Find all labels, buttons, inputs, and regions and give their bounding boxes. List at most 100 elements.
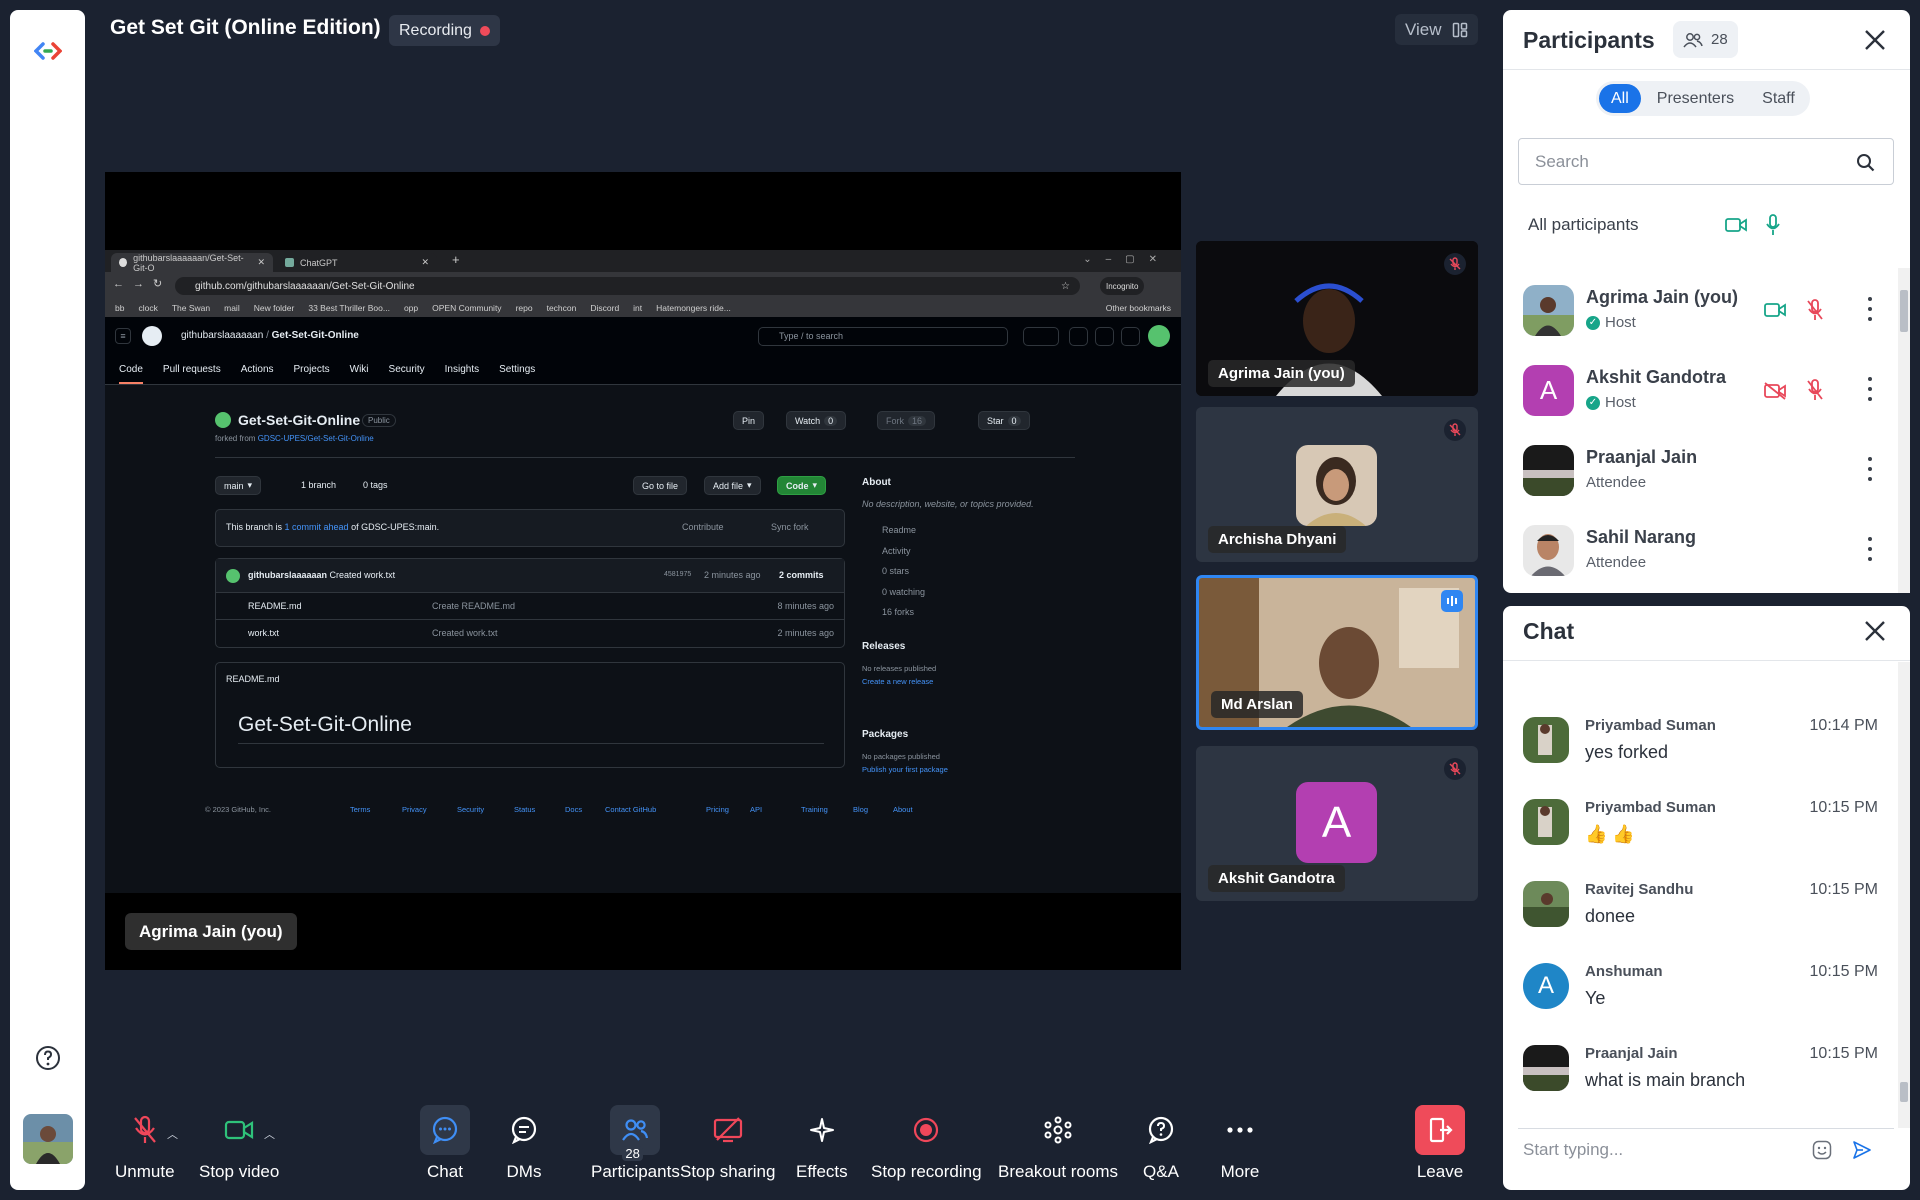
mic-muted-icon[interactable]	[1806, 379, 1824, 401]
leave-door-icon	[1415, 1105, 1465, 1155]
participants-scrollbar[interactable]	[1898, 268, 1910, 593]
user-avatar[interactable]	[23, 1114, 73, 1164]
message-time: 10:14 PM	[1809, 717, 1878, 734]
chat-button[interactable]: Chat	[420, 1105, 470, 1182]
chatgpt-favicon-icon	[285, 258, 294, 267]
stop-video-label: Stop video	[199, 1162, 280, 1181]
participants-button[interactable]: 28 Participants	[591, 1105, 680, 1182]
scrollbar-thumb[interactable]	[1900, 290, 1908, 332]
close-chat-icon[interactable]	[1861, 617, 1889, 645]
commits-count: 2 commits	[779, 570, 824, 580]
browser-tab: ChatGPT ✕	[277, 253, 437, 272]
go-to-file-label: Go to file	[642, 480, 679, 491]
dms-button[interactable]: DMs	[499, 1105, 549, 1182]
leave-button[interactable]: Leave	[1415, 1105, 1465, 1182]
participant-row[interactable]: Agrima Jain (you) ✓ Host	[1518, 275, 1888, 345]
breakout-rooms-button[interactable]: Breakout rooms	[998, 1105, 1118, 1182]
help-icon[interactable]	[35, 1045, 61, 1071]
participant-filter: All Presenters Staff	[1596, 81, 1810, 116]
watch-button: Watch 0	[786, 411, 847, 430]
new-tab-icon: +	[452, 252, 460, 267]
footer-link: Training	[801, 805, 828, 814]
all-video-icon[interactable]	[1725, 217, 1747, 233]
more-options-icon[interactable]	[1867, 457, 1873, 481]
close-participants-icon[interactable]	[1861, 26, 1889, 54]
video-tile[interactable]: Archisha Dhyani	[1196, 407, 1478, 562]
stop-recording-button[interactable]: Stop recording	[871, 1105, 982, 1182]
sender-name: Priyambad Suman	[1585, 717, 1716, 734]
more-options-icon[interactable]	[1867, 297, 1873, 321]
chat-panel: Chat Priyambad Suman 10:14 PM yes forked…	[1503, 606, 1910, 1190]
about-item: Activity	[882, 545, 911, 556]
branch-count: 1 branch	[301, 480, 337, 490]
app-logo-icon[interactable]	[34, 42, 62, 60]
branch-ahead-text: This branch is 1 commit ahead of GDSC-UP…	[226, 522, 439, 532]
watch-count: 0	[824, 415, 838, 426]
participants-label: Participants	[591, 1162, 680, 1181]
qa-button[interactable]: Q&A	[1136, 1105, 1186, 1182]
participant-row[interactable]: Praanjal Jain Attendee	[1518, 435, 1888, 505]
video-tile-active-speaker[interactable]: Md Arslan	[1196, 575, 1478, 730]
video-on-icon[interactable]	[1764, 302, 1786, 318]
browser-tab: githubarslaaaaaan/Get-Set-Git-O ✕	[111, 253, 273, 273]
video-options-chevron-icon[interactable]: ︿	[264, 1126, 275, 1142]
audio-options-chevron-icon[interactable]: ︿	[167, 1126, 178, 1142]
sender-name: Priyambad Suman	[1585, 799, 1716, 816]
fork-count: 16	[908, 415, 927, 426]
about-title: About	[862, 477, 891, 488]
send-icon[interactable]	[1852, 1140, 1872, 1160]
fork-label: Fork	[886, 415, 904, 426]
message-text: 👍 👍	[1585, 824, 1635, 844]
view-button[interactable]: View	[1395, 14, 1478, 45]
footer-link: Security	[457, 805, 485, 814]
more-button[interactable]: More	[1215, 1105, 1265, 1182]
repo-tab-settings: Settings	[499, 364, 536, 375]
file-name: README.md	[248, 601, 302, 611]
breakout-rooms-label: Breakout rooms	[998, 1162, 1118, 1181]
chat-message: Praanjal Jain 10:15 PM what is main bran…	[1518, 1038, 1878, 1108]
all-mic-icon[interactable]	[1765, 214, 1781, 236]
participant-name: Praanjal Jain	[1586, 447, 1698, 467]
effects-button[interactable]: Effects	[796, 1105, 848, 1182]
participant-search-input[interactable]: Search	[1518, 138, 1894, 185]
video-tile[interactable]: Agrima Jain (you)	[1196, 241, 1478, 396]
message-text: what is main branch	[1585, 1070, 1746, 1090]
sender-name: Ravitej Sandhu	[1585, 881, 1694, 898]
chat-scrollbar[interactable]	[1898, 662, 1910, 1128]
stop-video-button[interactable]: Stop video	[199, 1105, 279, 1182]
qa-label: Q&A	[1143, 1162, 1179, 1181]
browser-url-field: github.com/githubarslaaaaaan/Get-Set-Git…	[175, 277, 1080, 295]
footer-link: API	[750, 805, 763, 814]
message-text: donee	[1585, 906, 1636, 926]
participant-avatar	[1523, 445, 1574, 496]
github-search-placeholder: Type / to search	[779, 331, 844, 341]
sender-avatar: A	[1523, 963, 1569, 1009]
breadcrumb-user: githubarslaaaaaan	[181, 330, 264, 341]
participant-count: 28	[1711, 31, 1728, 48]
releases-none: No releases published	[862, 664, 937, 673]
last-commit-user: githubarslaaaaaan	[248, 570, 328, 580]
last-commit-row: githubarslaaaaaan Created work.txt 45819…	[216, 559, 844, 593]
participant-role: ✓ Host	[1586, 314, 1636, 331]
filter-staff[interactable]: Staff	[1750, 84, 1807, 113]
participant-row[interactable]: A Akshit Gandotra ✓ Host	[1518, 355, 1888, 425]
participant-row[interactable]: Sahil Narang Attendee	[1518, 515, 1888, 585]
mic-muted-icon[interactable]	[1806, 299, 1824, 321]
more-options-icon[interactable]	[1867, 377, 1873, 401]
bookmark-item: Discord	[590, 302, 620, 313]
scrollbar-thumb[interactable]	[1900, 1082, 1908, 1102]
video-off-icon[interactable]	[1764, 382, 1786, 400]
filter-all[interactable]: All	[1599, 84, 1641, 113]
emoji-icon[interactable]	[1812, 1140, 1832, 1160]
repo-tab-actions: Actions	[240, 364, 274, 375]
video-tile[interactable]: A Akshit Gandotra	[1196, 746, 1478, 901]
stop-sharing-button[interactable]: Stop sharing	[680, 1105, 775, 1182]
breakout-rooms-icon	[1033, 1105, 1083, 1155]
chat-input[interactable]: Start typing...	[1518, 1128, 1894, 1170]
recording-badge: Recording	[389, 15, 500, 46]
filter-presenters[interactable]: Presenters	[1645, 84, 1746, 113]
more-options-icon[interactable]	[1867, 537, 1873, 561]
file-commit-msg: Create README.md	[432, 601, 516, 611]
browser-nav-icons: ←→↻	[113, 278, 172, 290]
unmute-button[interactable]: Unmute	[115, 1105, 175, 1182]
